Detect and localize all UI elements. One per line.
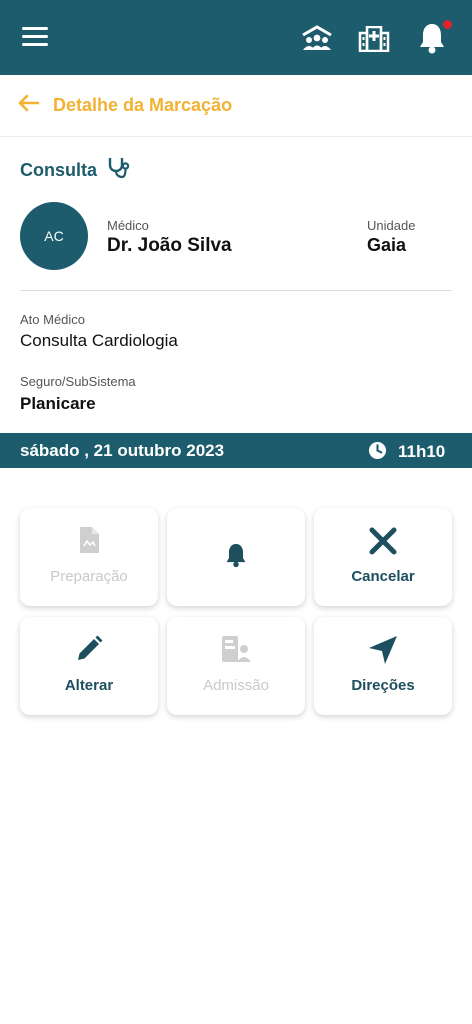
unit-label: Unidade	[367, 218, 416, 233]
cancel-label: Cancelar	[351, 568, 415, 585]
navigation-icon	[314, 635, 452, 665]
preparation-label: Preparação	[50, 568, 128, 585]
directions-button[interactable]: Direções	[314, 617, 452, 715]
community-icon[interactable]	[300, 25, 334, 58]
act-value: Consulta Cardiologia	[20, 331, 178, 350]
appointment-date: sábado , 21 outubro 2023	[20, 441, 225, 460]
top-app-bar	[0, 0, 472, 75]
insurance-label: Seguro/SubSistema	[20, 374, 136, 389]
arrow-left-icon[interactable]	[18, 94, 40, 117]
hospital-icon[interactable]	[358, 25, 390, 57]
doctor-label: Médico	[107, 218, 149, 233]
appointment-time: 11h10	[398, 442, 446, 461]
preparation-button[interactable]: Preparação	[20, 508, 158, 606]
page-title: Detalhe da Marcação	[53, 95, 233, 115]
divider	[20, 290, 452, 291]
admission-label: Admissão	[203, 677, 269, 694]
appointment-type: Consulta	[20, 160, 98, 180]
pencil-icon	[20, 635, 158, 663]
unit-name: Gaia	[367, 235, 407, 255]
edit-button[interactable]: Alterar	[20, 617, 158, 715]
doctor-name: Dr. João Silva	[107, 235, 232, 256]
admission-button[interactable]: Admissão	[167, 617, 305, 715]
bell-icon[interactable]	[418, 22, 446, 59]
menu-icon[interactable]	[22, 27, 48, 47]
stethoscope-icon	[106, 156, 130, 185]
reminder-button[interactable]	[167, 508, 305, 606]
close-icon	[314, 526, 452, 556]
document-icon	[20, 526, 158, 554]
insurance-value: Planicare	[20, 394, 96, 413]
act-label: Ato Médico	[20, 312, 86, 327]
avatar: AC	[20, 202, 88, 270]
edit-label: Alterar	[64, 677, 114, 694]
bell-icon	[167, 542, 305, 568]
clock-icon	[368, 441, 387, 465]
date-time-bar: sábado , 21 outubro 2023 11h10	[0, 433, 472, 468]
cancel-button[interactable]: Cancelar	[314, 508, 452, 606]
notification-dot	[443, 20, 452, 29]
directions-label: Direções	[351, 677, 415, 694]
id-card-icon	[167, 635, 305, 663]
